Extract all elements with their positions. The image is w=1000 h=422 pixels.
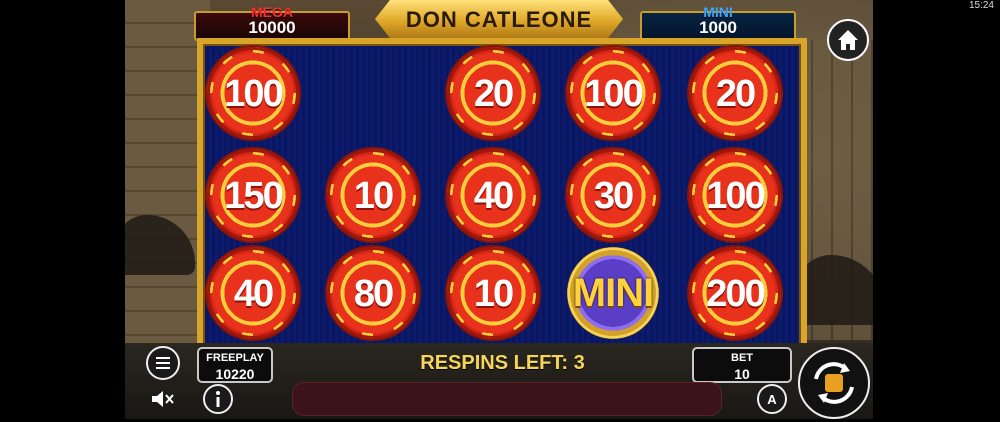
chip-value: 100 <box>706 175 765 217</box>
game-title-banner: DON CATLEONE <box>375 0 623 38</box>
menu-button[interactable] <box>146 346 180 380</box>
chip-value: 20 <box>715 73 756 115</box>
jackpot-mini-label: MINI <box>703 4 733 20</box>
bet-value: 10 <box>734 366 750 382</box>
home-icon <box>838 30 858 50</box>
chip-value: 10 <box>473 273 514 315</box>
chip-r0-c3: 100 <box>567 47 659 139</box>
autoplay-icon: A <box>767 392 777 407</box>
freeplay-value: 10220 <box>215 366 255 382</box>
jackpot-mega-label: MEGA <box>251 4 293 20</box>
chip-r1-c3: 30 <box>567 149 659 241</box>
chip-value: 10 <box>353 175 394 217</box>
chip-value: 40 <box>233 273 274 315</box>
chip-value: 150 <box>224 175 283 217</box>
chip-r0-c4: 20 <box>689 47 781 139</box>
mini-coin-label: MINI <box>572 271 654 315</box>
sound-button[interactable] <box>146 384 176 414</box>
respins-counter: RESPINS LEFT: 3 <box>420 352 585 374</box>
info-icon <box>216 391 220 407</box>
chip-r2-c0: 40 <box>207 247 299 339</box>
chip-r2-c1: 80 <box>327 247 419 339</box>
chip-value: 100 <box>224 73 283 115</box>
chip-r0-c2: 20 <box>447 47 539 139</box>
chip-value: 20 <box>473 73 514 115</box>
chip-r2-c2: 10 <box>447 247 539 339</box>
game-title: DON CATLEONE <box>405 7 593 32</box>
message-bar <box>292 382 722 416</box>
freeplay-panel: FREEPLAY 10220 <box>197 347 273 383</box>
bet-label: BET <box>731 352 753 364</box>
mini-jackpot-coin: MINI <box>567 247 659 339</box>
jackpot-mini: MINI 1000 <box>640 5 796 41</box>
freeplay-label: FREEPLAY <box>206 352 264 364</box>
chip-r1-c2: 40 <box>447 149 539 241</box>
spin-icon <box>814 362 854 404</box>
autoplay-button[interactable]: A <box>757 384 787 414</box>
jackpot-mega: MEGA 10000 <box>194 5 350 41</box>
svg-text:A: A <box>767 392 777 407</box>
chip-value: 80 <box>353 273 394 315</box>
chip-value: 40 <box>473 175 514 217</box>
chip-r1-c4: 100 <box>689 149 781 241</box>
info-button[interactable] <box>203 384 233 414</box>
chip-value: 30 <box>593 175 634 217</box>
chip-r2-c4: 200 <box>689 247 781 339</box>
home-button[interactable] <box>827 19 869 61</box>
chip-r1-c0: 150 <box>207 149 299 241</box>
chip-value: 100 <box>584 73 643 115</box>
chip-value: 200 <box>706 273 765 315</box>
chip-r0-c0: 100 <box>207 47 299 139</box>
status-time: 15:24 <box>968 0 994 11</box>
chip-r1-c1: 10 <box>327 149 419 241</box>
menu-icon <box>156 357 170 369</box>
bet-panel[interactable]: BET 10 <box>692 347 792 383</box>
game-layer: MEGA 10000 DON CATLEONE MINI 1000 100 20… <box>125 0 873 419</box>
jackpot-mega-amount: 10000 <box>248 18 296 37</box>
jackpot-mini-amount: 1000 <box>699 18 737 37</box>
sound-muted-icon <box>152 391 174 407</box>
spin-button[interactable] <box>798 347 870 419</box>
